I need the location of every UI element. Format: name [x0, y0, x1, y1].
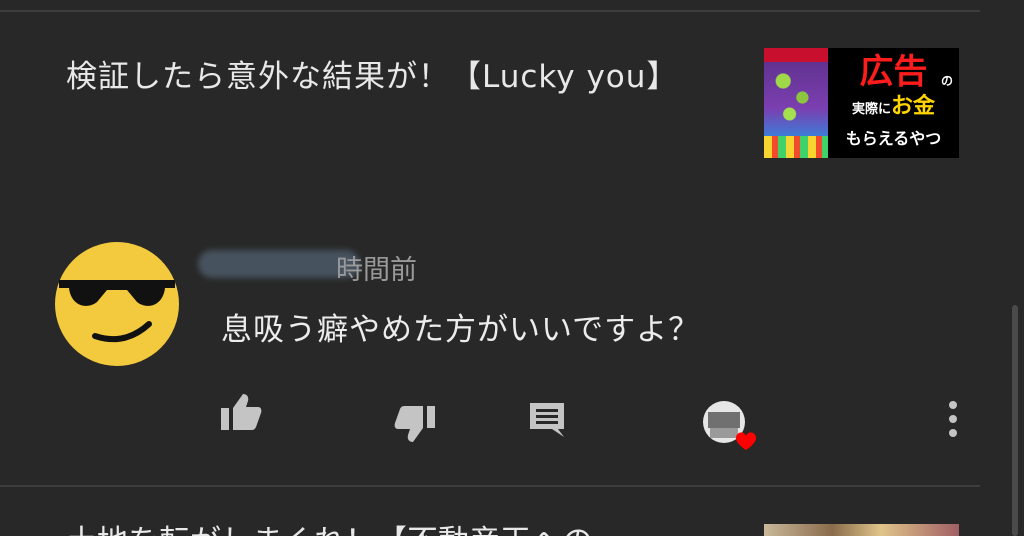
creator-heart-icon[interactable]	[700, 400, 756, 452]
comment-icon[interactable]	[528, 401, 566, 439]
thumbnail-line-2-prefix: 実際に	[851, 102, 891, 117]
thumbnail-line-2: 実際にお金	[828, 94, 959, 123]
video-title[interactable]: 検証したら意外な結果が！【Lucky you】	[66, 44, 706, 110]
comment-text: 息吸う癖やめた方がいいですよ？	[221, 312, 701, 348]
thumbnail-line-3: もらえるやつ	[845, 129, 942, 148]
more-vertical-icon[interactable]	[942, 400, 964, 438]
video-thumbnail[interactable]: 広告 の 実際にお金 もらえるやつ	[764, 48, 959, 158]
scrollbar[interactable]	[996, 0, 1024, 536]
avatar[interactable]	[53, 240, 181, 368]
comment-feed: 検証したら意外な結果が！【Lucky you】 広告 の 実際にお金 もらえるや…	[0, 0, 1024, 536]
thumb-up-icon[interactable]	[219, 392, 263, 432]
thumb-down-icon[interactable]	[393, 404, 437, 444]
thumbnail-ad-text: 広告	[859, 52, 928, 92]
next-video-title[interactable]: 土地を転がしまくれ！【不動産王への	[66, 516, 593, 536]
thumbnail-game-image	[764, 48, 828, 158]
thumbnail-line-2-money: お金	[891, 94, 936, 119]
comment-timestamp: 時間前	[336, 255, 417, 286]
thumbnail-ad-particle: の	[940, 74, 953, 88]
scrollbar-thumb[interactable]	[1012, 305, 1018, 536]
next-video-thumbnail[interactable]	[764, 524, 959, 536]
bottom-divider	[0, 485, 980, 487]
top-divider	[0, 10, 980, 12]
